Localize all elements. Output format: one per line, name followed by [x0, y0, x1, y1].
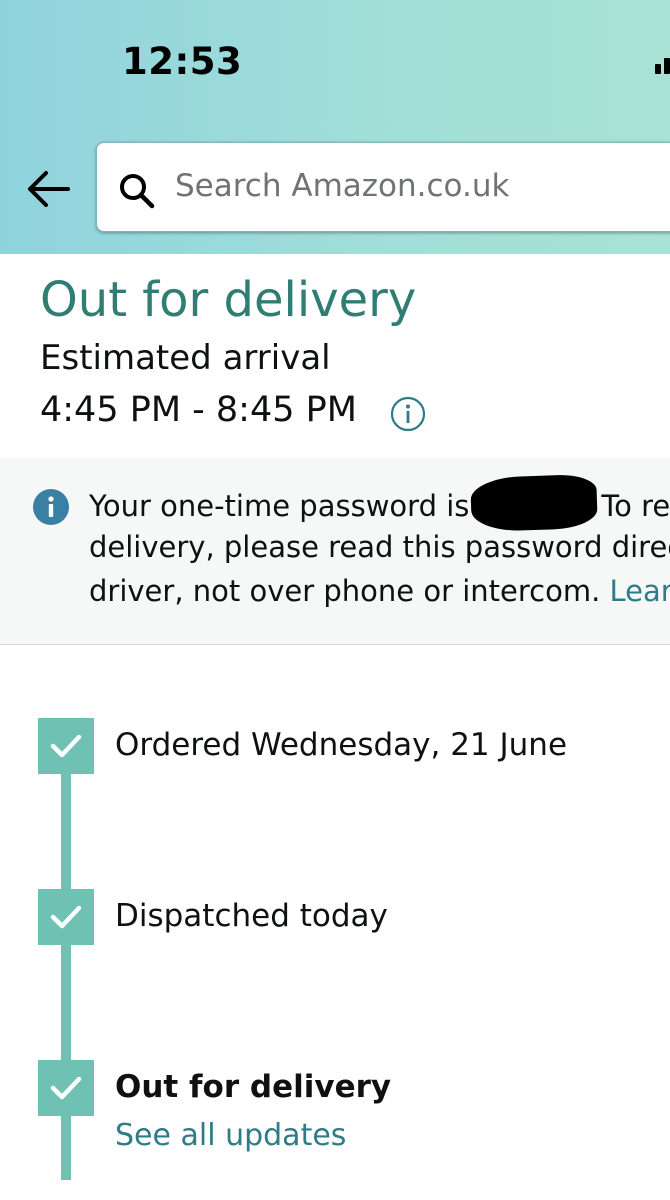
step-ordered-label: Ordered Wednesday, 21 June [115, 727, 568, 763]
step-dispatched-label: Dispatched today [115, 898, 388, 934]
otp-notice-panel: Your one-time password is To re delivery,… [0, 458, 670, 645]
status-bar-time: 12:53 [122, 40, 243, 83]
back-button[interactable] [22, 166, 74, 212]
check-icon [50, 1076, 82, 1100]
tracking-progress-line [61, 770, 71, 1180]
search-bar[interactable] [96, 142, 670, 232]
see-all-updates-link[interactable]: See all updates [115, 1118, 346, 1153]
estimated-arrival-range: 4:45 PM - 8:45 PM [40, 390, 357, 430]
otp-text-line-3-start: driver, not over phone or intercom. [89, 574, 601, 608]
info-icon [33, 489, 69, 525]
step-ordered-check [38, 718, 94, 774]
otp-text-start: Your one-time password is [89, 489, 470, 523]
learn-more-link[interactable]: Learn [610, 574, 670, 608]
step-out-for-delivery-check [38, 1060, 94, 1116]
otp-text-line-3: driver, not over phone or intercom. Lear… [89, 574, 670, 608]
estimated-arrival-label: Estimated arrival [40, 338, 331, 378]
search-input[interactable] [175, 161, 670, 211]
redacted-password [470, 473, 599, 533]
app-header: 12:53 [0, 0, 670, 254]
back-arrow-icon [28, 171, 70, 207]
check-icon [50, 734, 82, 758]
signal-bar-icon [664, 58, 670, 74]
signal-icon [655, 64, 661, 74]
check-icon [50, 905, 82, 929]
step-dispatched-check [38, 889, 94, 945]
otp-text-line-1: Your one-time password is To re [89, 473, 670, 533]
info-icon[interactable] [390, 396, 426, 432]
step-out-for-delivery-label: Out for delivery [115, 1069, 392, 1105]
otp-text-end: To re [601, 489, 670, 523]
delivery-status-title: Out for delivery [40, 272, 417, 328]
search-icon[interactable] [117, 171, 157, 211]
otp-text-line-2: delivery, please read this password dire… [89, 530, 670, 564]
